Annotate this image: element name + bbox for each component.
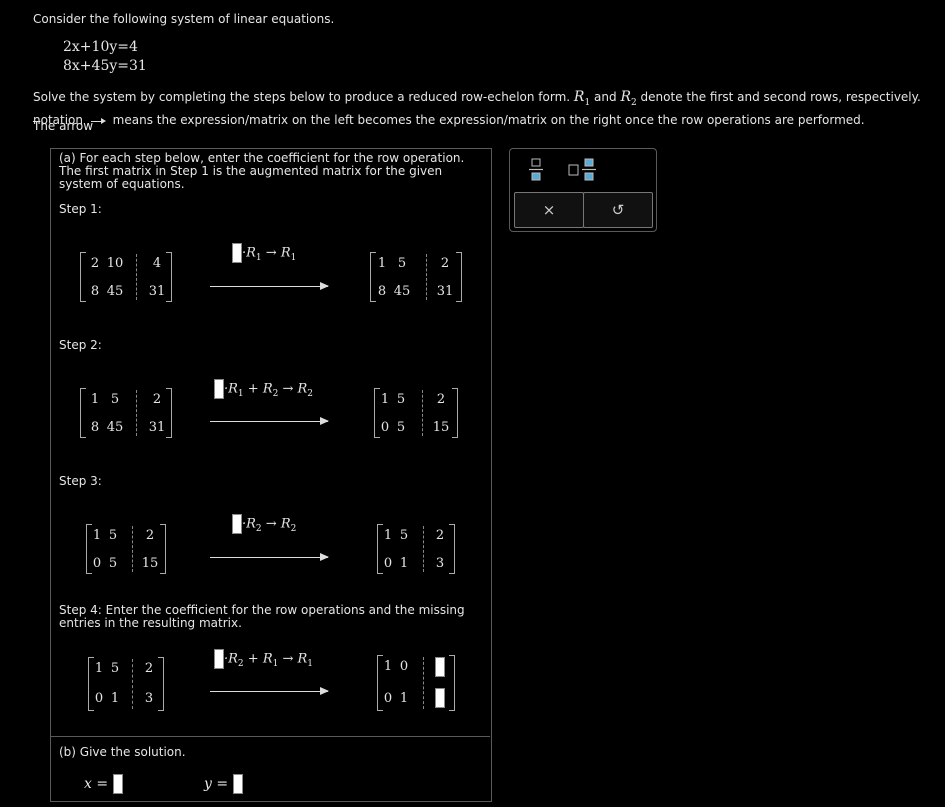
step-4-label: Step 4: Enter the coefficient for the ro… [59,603,465,630]
part-a-prompt: (a) For each step below, enter the coeff… [59,151,465,191]
step-1-right-matrix: 1 5 2 8 45 31 [370,252,462,302]
step-2-label: Step 2: [59,338,102,352]
step-1-operation: ·R1 → R1 [232,243,296,263]
intro-text: Consider the following system of linear … [33,12,335,26]
mixed-number-button[interactable] [566,155,602,185]
y-answer-row: y = [204,774,243,794]
undo-button[interactable]: ↺ [583,192,653,228]
mixed-number-icon [568,158,596,181]
step-3-arrow [210,553,329,561]
step-2-arrow [210,417,329,425]
x-answer-row: x = [84,774,123,794]
fraction-icon [529,158,543,181]
x-label: x = [84,776,109,792]
step-3-left-matrix: 1 5 2 0 5 15 [86,524,166,574]
instructions-line-2: notation means the expression/matrix on … [33,113,865,127]
step-1-coefficient-input[interactable] [232,243,242,263]
step-4-arrow [210,687,329,695]
step-4-right-matrix: 1 0 0 1 [377,655,455,711]
step-3-right-matrix: 1 5 2 0 1 3 [377,524,455,574]
equation-1: 2x+10y=4 [63,39,138,55]
step-4-operation: ·R2 + R1 → R1 [214,649,313,669]
step-4-missing-entry-row-1[interactable] [435,657,445,677]
undo-icon: ↺ [611,201,625,219]
step-1-arrow [210,282,329,290]
equation-2: 8x+45y=31 [63,58,147,74]
step-3-label: Step 3: [59,474,102,488]
step-4-coefficient-input[interactable] [214,649,224,669]
step-2-left-matrix: 1 5 2 8 45 31 [80,388,172,438]
part-b-prompt: (b) Give the solution. [59,745,186,759]
step-2-operation: ·R1 + R2 → R2 [214,379,313,399]
clear-button[interactable]: × [514,192,584,228]
y-answer-input[interactable] [232,774,243,794]
step-2-coefficient-input[interactable] [214,379,224,399]
y-label: y = [204,776,229,792]
step-1-label: Step 1: [59,202,102,216]
step-1-left-matrix: 2 10 4 8 45 31 [80,252,172,302]
step-3-operation: ·R2 → R2 [232,514,296,534]
step-4-missing-entry-row-2[interactable] [435,688,445,708]
x-answer-input[interactable] [112,774,123,794]
close-icon: × [542,201,556,219]
panel-divider [50,736,490,737]
step-3-coefficient-input[interactable] [232,514,242,534]
fraction-button[interactable] [522,155,550,185]
step-2-right-matrix: 1 5 2 0 5 15 [374,388,458,438]
arrow-icon [87,116,109,126]
step-4-left-matrix: 1 5 2 0 1 3 [88,657,164,711]
